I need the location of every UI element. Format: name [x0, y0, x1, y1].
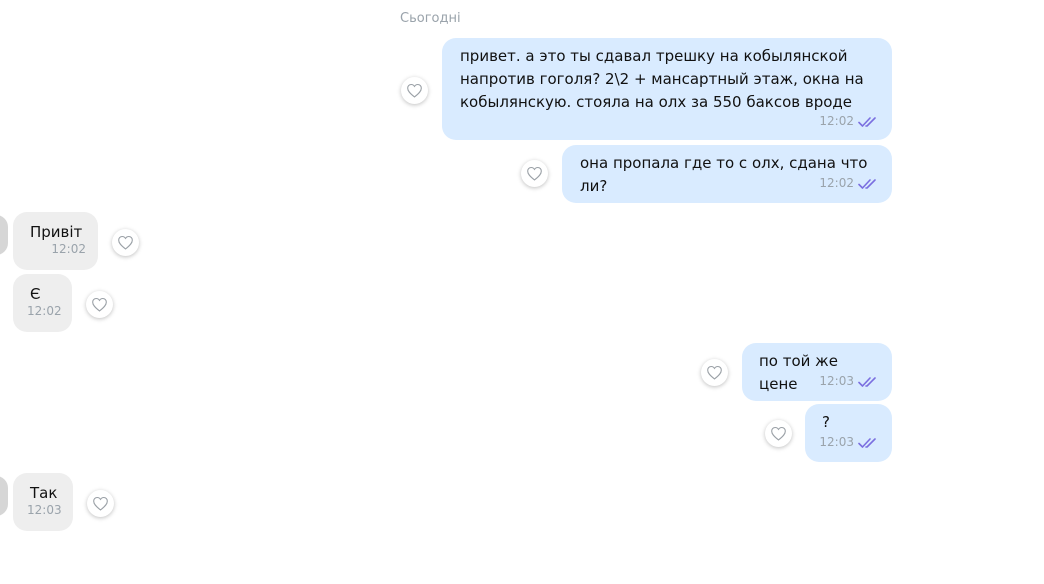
message-time: 12:03: [819, 435, 854, 449]
date-separator: Сьогодні: [400, 11, 461, 26]
heart-outline-icon: [93, 496, 108, 511]
double-check-icon: [858, 437, 876, 448]
heart-outline-icon: [407, 83, 422, 98]
message-time: 12:02: [51, 242, 86, 256]
message-time: 12:02: [27, 304, 62, 318]
message-time: 12:03: [819, 374, 854, 388]
heart-outline-icon: [771, 426, 786, 441]
like-button[interactable]: [86, 291, 113, 318]
message-bubble-incoming[interactable]: Привіт 12:02: [13, 212, 98, 270]
double-check-icon: [858, 116, 876, 127]
message-meta: 12:02: [819, 110, 880, 133]
heart-outline-icon: [527, 166, 542, 181]
heart-outline-icon: [118, 235, 133, 250]
message-meta: 12:03: [819, 370, 880, 393]
message-bubble-incoming[interactable]: Є 12:02: [13, 274, 72, 332]
heart-outline-icon: [707, 365, 722, 380]
heart-outline-icon: [92, 297, 107, 312]
avatar[interactable]: [0, 215, 8, 255]
message-bubble-outgoing[interactable]: ? 12:03: [805, 404, 892, 462]
message-time: 12:02: [819, 176, 854, 190]
message-time: 12:02: [819, 114, 854, 128]
like-button[interactable]: [112, 229, 139, 256]
message-time: 12:03: [27, 503, 62, 517]
message-meta: 12:03: [819, 431, 880, 454]
message-text: привет. а это ты сдавал трешку на кобыля…: [460, 47, 864, 111]
double-check-icon: [858, 376, 876, 387]
message-bubble-outgoing[interactable]: она пропала где то с олх, сдана что ли? …: [562, 145, 892, 203]
double-check-icon: [858, 178, 876, 189]
like-button[interactable]: [701, 359, 728, 386]
like-button[interactable]: [401, 77, 428, 104]
like-button[interactable]: [87, 490, 114, 517]
message-meta: 12:03: [27, 499, 62, 522]
message-bubble-outgoing[interactable]: привет. а это ты сдавал трешку на кобыля…: [442, 38, 892, 140]
like-button[interactable]: [765, 420, 792, 447]
message-meta: 12:02: [819, 172, 880, 195]
message-meta: 12:02: [27, 300, 62, 323]
message-bubble-incoming[interactable]: Так 12:03: [13, 473, 73, 531]
message-meta: 12:02: [51, 238, 86, 261]
like-button[interactable]: [521, 160, 548, 187]
message-bubble-outgoing[interactable]: по той же цене 12:03: [742, 343, 892, 401]
avatar[interactable]: [0, 476, 8, 516]
chat-thread: Сьогодні привет. а это ты сдавал трешку …: [0, 0, 1044, 584]
